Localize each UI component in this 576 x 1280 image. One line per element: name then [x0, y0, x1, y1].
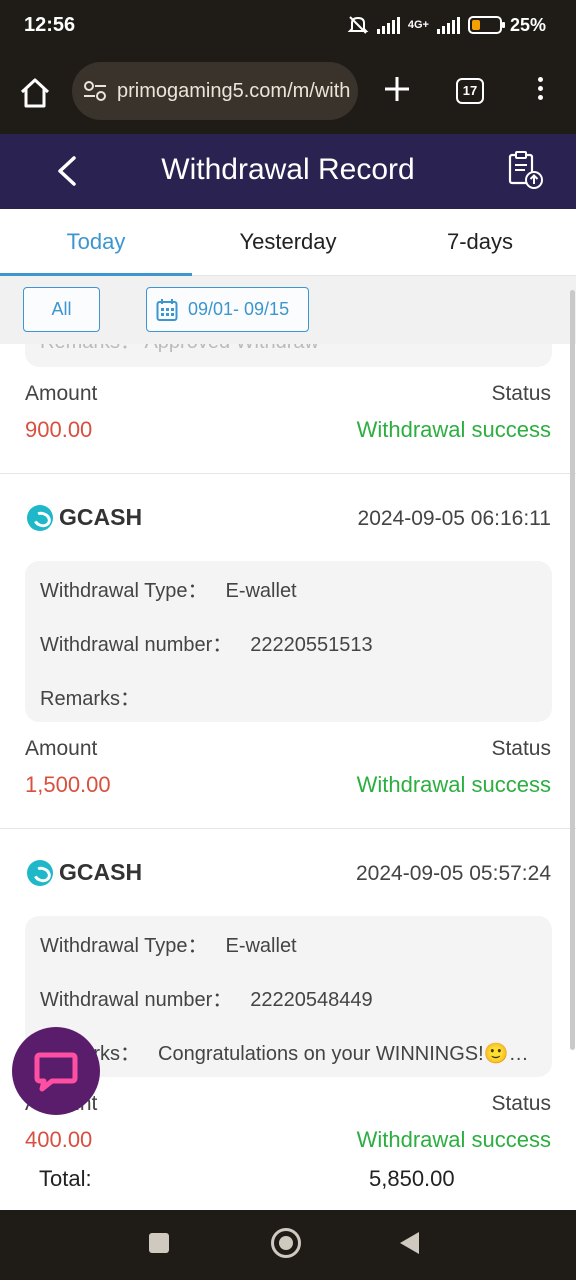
amount-value: 1,500.00 — [25, 772, 111, 797]
status-value: Withdrawal success — [356, 772, 551, 797]
withdrawal-type-value: E-wallet — [225, 935, 297, 957]
home-icon[interactable] — [18, 76, 52, 110]
status-label: Status — [491, 737, 551, 760]
total-label: Total: — [39, 1166, 92, 1191]
address-bar[interactable]: primogaming5.com/m/with — [72, 62, 358, 120]
amount-label: Amount — [25, 737, 98, 760]
remarks-line: Remarks： Approved Withdraw — [40, 344, 319, 354]
payment-method: GCASH — [27, 504, 142, 531]
signal-icon — [376, 16, 400, 34]
gcash-logo-icon — [27, 859, 53, 886]
mute-icon — [347, 16, 369, 34]
amount-label: Amount — [25, 382, 98, 405]
home-nav-icon[interactable] — [271, 1228, 301, 1258]
network-type: 4G+ — [407, 19, 429, 31]
withdrawal-number-label: Withdrawal number： — [40, 989, 233, 1011]
withdrawal-number-value: 22220551513 — [250, 634, 373, 656]
app-header: Withdrawal Record — [0, 134, 576, 209]
amount-value: 900.00 — [25, 417, 93, 442]
record-datetime: 2024-09-05 05:57:24 — [356, 862, 551, 885]
withdrawal-type-value: E-wallet — [225, 580, 297, 602]
status-icons: 4G+ 25% — [347, 14, 546, 36]
calendar-icon — [156, 298, 178, 321]
withdrawal-number-label: Withdrawal number： — [40, 634, 233, 656]
record-divider — [0, 473, 576, 474]
more-options-icon[interactable] — [530, 74, 550, 104]
status-bar: 12:56 4G+ 25% — [0, 0, 576, 56]
clock: 12:56 — [24, 14, 76, 36]
live-chat-button[interactable] — [12, 1027, 100, 1115]
record-details-box: Remarks： Approved Withdraw — [25, 344, 552, 367]
filter-all-button[interactable]: All — [23, 287, 100, 332]
withdrawal-type-label: Withdrawal Type： — [40, 935, 208, 957]
signal-icon-2 — [436, 16, 460, 34]
scrollbar[interactable] — [570, 290, 575, 1050]
site-settings-icon[interactable] — [82, 79, 108, 103]
new-tab-icon[interactable] — [382, 74, 412, 104]
date-range-text: 09/01- 09/15 — [188, 299, 290, 319]
withdrawal-type-label: Withdrawal Type： — [40, 580, 208, 602]
withdrawal-type-row: Withdrawal Type： E-wallet — [40, 574, 297, 603]
remarks-value: Congratulations on your WINNINGS!🙂… — [158, 1043, 529, 1065]
status-label: Status — [491, 1092, 551, 1115]
remarks-row: Remarks： — [40, 682, 158, 711]
gcash-logo-icon — [27, 504, 53, 531]
record-details-box: Withdrawal Type： E-wallet Withdrawal numb… — [25, 561, 552, 722]
system-nav-bar — [0, 1210, 576, 1280]
chat-icon — [34, 1052, 78, 1092]
date-tabs: Today Yesterday 7-days — [0, 209, 576, 276]
payment-method: GCASH — [27, 859, 142, 886]
battery-icon — [467, 16, 505, 34]
amount-value: 400.00 — [25, 1127, 93, 1152]
method-name: GCASH — [59, 859, 143, 885]
browser-toolbar: primogaming5.com/m/with 17 — [0, 56, 576, 134]
status-value: Withdrawal success — [356, 417, 551, 442]
date-range-button[interactable]: 09/01- 09/15 — [146, 287, 309, 332]
record-details-box: Withdrawal Type： E-wallet Withdrawal numb… — [25, 916, 552, 1077]
status-label: Status — [491, 382, 551, 405]
record-datetime: 2024-09-05 06:16:11 — [357, 507, 551, 530]
withdrawal-number-value: 22220548449 — [250, 989, 373, 1011]
tab-7-days[interactable]: 7-days — [384, 209, 576, 275]
remarks-row: Remarks：Congratulations on your WINNINGS… — [40, 1037, 529, 1066]
tab-switcher-button[interactable]: 17 — [456, 78, 484, 104]
total-row: Total: 5,850.00 — [0, 1166, 576, 1196]
page-title: Withdrawal Record — [161, 153, 415, 186]
status-value: Withdrawal success — [356, 1127, 551, 1152]
url-text[interactable]: primogaming5.com/m/with — [117, 80, 352, 103]
recent-apps-icon[interactable] — [149, 1233, 169, 1253]
record-divider — [0, 828, 576, 829]
tab-yesterday[interactable]: Yesterday — [192, 209, 384, 275]
clipboard-upload-icon[interactable] — [505, 150, 545, 190]
tab-today[interactable]: Today — [0, 209, 192, 276]
remarks-label: Remarks： — [40, 688, 141, 710]
method-name: GCASH — [59, 504, 143, 530]
withdrawal-type-row: Withdrawal Type： E-wallet — [40, 929, 297, 958]
battery-percent: 25% — [509, 14, 546, 35]
withdrawal-number-row: Withdrawal number： 22220548449 — [40, 983, 373, 1012]
back-nav-icon[interactable] — [400, 1232, 419, 1254]
total-value: 5,850.00 — [369, 1166, 455, 1191]
filter-bar: All 09/01- 09/15 — [0, 276, 576, 344]
withdrawal-number-row: Withdrawal number： 22220551513 — [40, 628, 373, 657]
